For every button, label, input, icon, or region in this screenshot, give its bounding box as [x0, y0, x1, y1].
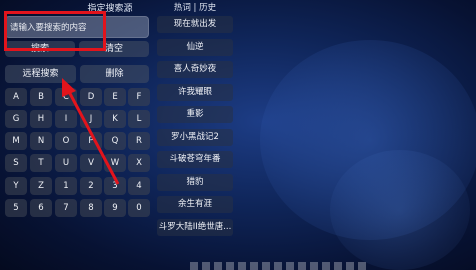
- hot-list-item[interactable]: 猎豹: [157, 173, 233, 191]
- key-2[interactable]: 2: [80, 177, 102, 195]
- key-j[interactable]: J: [80, 110, 102, 128]
- key-a[interactable]: A: [5, 88, 27, 106]
- key-5[interactable]: 5: [5, 199, 27, 217]
- key-3[interactable]: 3: [104, 177, 126, 195]
- hot-list-item[interactable]: 仙逆: [157, 38, 233, 56]
- hot-list-item[interactable]: 余生有涯: [157, 196, 233, 213]
- hot-list-item[interactable]: 斗罗大陆II绝世唐...: [157, 218, 233, 236]
- key-e[interactable]: E: [104, 88, 126, 106]
- key-v[interactable]: V: [80, 154, 102, 172]
- key-q[interactable]: Q: [104, 132, 126, 150]
- key-r[interactable]: R: [128, 132, 150, 150]
- key-s[interactable]: S: [5, 154, 27, 172]
- key-n[interactable]: N: [30, 132, 52, 150]
- hot-list-item[interactable]: 现在就出发: [157, 16, 233, 33]
- background-glow-secondary: [330, 150, 470, 270]
- key-b[interactable]: B: [30, 88, 52, 106]
- hot-history-tabs[interactable]: 热词 | 历史: [157, 1, 233, 13]
- key-9[interactable]: 9: [104, 199, 126, 217]
- key-4[interactable]: 4: [128, 177, 150, 195]
- key-8[interactable]: 8: [80, 199, 102, 217]
- key-7[interactable]: 7: [55, 199, 77, 217]
- key-1[interactable]: 1: [55, 177, 77, 195]
- key-k[interactable]: K: [104, 110, 126, 128]
- hot-list-item[interactable]: 罗小黑战记2: [157, 128, 233, 146]
- hot-list-item[interactable]: 许我耀眼: [157, 83, 233, 101]
- key-y[interactable]: Y: [5, 177, 27, 195]
- hot-list-item[interactable]: 斗破苍穹年番: [157, 151, 233, 168]
- bottom-text-strip: [190, 262, 370, 270]
- key-i[interactable]: I: [55, 110, 77, 128]
- key-o[interactable]: O: [55, 132, 77, 150]
- key-d[interactable]: D: [80, 88, 102, 106]
- key-f[interactable]: F: [128, 88, 150, 106]
- key-h[interactable]: H: [30, 110, 52, 128]
- key-w[interactable]: W: [104, 154, 126, 172]
- key-t[interactable]: T: [30, 154, 52, 172]
- key-c[interactable]: C: [55, 88, 77, 106]
- annotation-highlight-box: [4, 11, 106, 51]
- delete-button[interactable]: 删除: [80, 65, 149, 83]
- key-p[interactable]: P: [80, 132, 102, 150]
- hot-list-item[interactable]: 重影: [157, 106, 233, 123]
- key-u[interactable]: U: [55, 154, 77, 172]
- hot-list-item[interactable]: 喜人奇妙夜: [157, 61, 233, 78]
- remote-search-button[interactable]: 远程搜索: [5, 65, 76, 83]
- key-g[interactable]: G: [5, 110, 27, 128]
- key-l[interactable]: L: [128, 110, 150, 128]
- key-6[interactable]: 6: [30, 199, 52, 217]
- key-m[interactable]: M: [5, 132, 27, 150]
- key-x[interactable]: X: [128, 154, 150, 172]
- key-z[interactable]: Z: [30, 177, 52, 195]
- key-0[interactable]: 0: [128, 199, 150, 217]
